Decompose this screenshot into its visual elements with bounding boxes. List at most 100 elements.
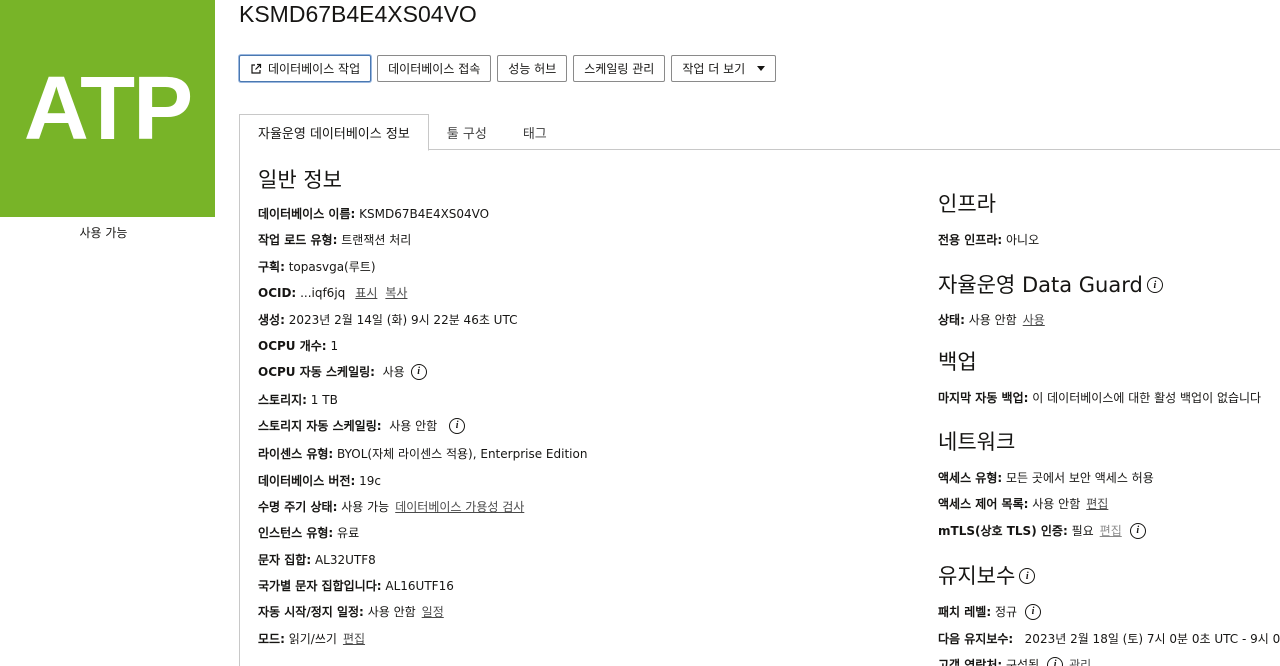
schedule-row: 자동 시작/정지 일정: 사용 안함 일정	[258, 604, 444, 620]
access-type-label: 액세스 유형:	[938, 471, 1003, 485]
infra-title: 인프라	[938, 192, 996, 216]
ocid-value: ...iqf6jq	[300, 286, 346, 300]
db-name-label: 데이터베이스 이름:	[258, 207, 356, 221]
last-backup-label: 마지막 자동 백업:	[938, 391, 1029, 405]
instance-type-row: 인스턴스 유형: 유료	[258, 525, 359, 541]
more-actions-button[interactable]: 작업 더 보기	[671, 55, 777, 82]
tab-bar: 자율운영 데이터베이스 정보 툴 구성 태그	[239, 114, 1280, 151]
info-icon[interactable]: i	[410, 364, 427, 380]
more-actions-label: 작업 더 보기	[682, 62, 746, 76]
instance-type-value: 유료	[337, 526, 360, 540]
maintenance-section: 유지보수 i	[938, 563, 1036, 589]
compartment-value: topasvga(루트)	[288, 260, 376, 274]
charset-value: AL32UTF8	[314, 553, 376, 567]
created-label: 생성:	[258, 313, 285, 327]
db-name-row: 데이터베이스 이름: KSMD67B4E4XS04VO	[258, 206, 489, 222]
dedicated-infra-row: 전용 인프라: 아니오	[938, 232, 1039, 248]
dedicated-infra-label: 전용 인프라:	[938, 233, 1003, 247]
info-icon[interactable]: i	[1025, 604, 1042, 620]
workload-label: 작업 로드 유형:	[258, 233, 338, 247]
mode-edit-link[interactable]: 편집	[343, 631, 365, 647]
network-title: 네트워크	[938, 430, 1016, 454]
panel-border	[239, 149, 240, 666]
customer-contact-manage-link[interactable]: 관리	[1069, 657, 1091, 666]
storage-autoscaling-row: 스토리지 자동 스케일링: 사용 안함 i	[258, 418, 466, 434]
info-icon[interactable]: i	[1146, 277, 1163, 293]
access-type-row: 액세스 유형: 모든 곳에서 보안 액세스 허용	[938, 470, 1154, 486]
ocpu-value: 1	[330, 339, 339, 353]
dedicated-infra-value: 아니오	[1006, 233, 1040, 247]
storage-autoscaling-value: 사용 안함	[389, 419, 438, 433]
dataguard-status-label: 상태:	[938, 313, 965, 327]
availability-check-link[interactable]: 데이터베이스 가용성 검사	[395, 499, 524, 515]
ocpu-autoscaling-label: OCPU 자동 스케일링:	[258, 365, 375, 379]
db-version-row: 데이터베이스 버전: 19c	[258, 473, 381, 489]
dataguard-title: 자율운영 Data Guard	[938, 273, 1143, 297]
storage-value: 1 TB	[310, 393, 338, 407]
acl-row: 액세스 제어 목록: 사용 안함 편집	[938, 496, 1108, 512]
storage-label: 스토리지:	[258, 393, 307, 407]
database-connection-button[interactable]: 데이터베이스 접속	[377, 55, 492, 82]
info-icon[interactable]: i	[1129, 523, 1146, 539]
charset-row: 문자 집합: AL32UTF8	[258, 552, 376, 568]
db-version-value: 19c	[359, 474, 382, 488]
ocpu-label: OCPU 개수:	[258, 339, 327, 353]
atp-badge: ATP	[0, 0, 215, 217]
mode-value: 읽기/쓰기	[288, 632, 337, 646]
general-info-title: 일반 정보	[258, 168, 342, 192]
external-link-icon	[251, 63, 262, 74]
performance-hub-button[interactable]: 성능 허브	[497, 55, 568, 82]
patch-level-row: 패치 레벨: 정규 i	[938, 604, 1042, 620]
created-row: 생성: 2023년 2월 14일 (화) 9시 22분 46초 UTC	[258, 312, 517, 328]
ocid-show-link[interactable]: 표시	[355, 285, 377, 301]
info-icon[interactable]: i	[1019, 568, 1036, 584]
database-actions-label: 데이터베이스 작업	[268, 62, 361, 76]
ocid-label: OCID:	[258, 286, 297, 300]
lifecycle-row: 수명 주기 상태: 사용 가능 데이터베이스 가용성 검사	[258, 499, 524, 515]
mode-label: 모드:	[258, 632, 285, 646]
customer-contact-label: 고객 연락처:	[938, 658, 1003, 666]
last-backup-row: 마지막 자동 백업: 이 데이터베이스에 대한 활성 백업이 없습니다	[938, 390, 1261, 406]
lifecycle-value: 사용 가능	[341, 500, 390, 514]
customer-contact-row: 고객 연락처: 구성됨 i 관리	[938, 657, 1091, 666]
ocid-row: OCID: ...iqf6jq 표시 복사	[258, 285, 407, 301]
acl-label: 액세스 제어 목록:	[938, 497, 1029, 511]
ncharset-label: 국가별 문자 집합입니다:	[258, 579, 382, 593]
database-connection-label: 데이터베이스 접속	[388, 62, 481, 76]
mtls-edit-link[interactable]: 편집	[1100, 523, 1122, 539]
info-icon[interactable]: i	[449, 418, 466, 434]
lifecycle-label: 수명 주기 상태:	[258, 500, 338, 514]
patch-level-label: 패치 레벨:	[938, 605, 992, 619]
dataguard-section: 자율운영 Data Guard i	[938, 272, 1163, 298]
license-row: 라이센스 유형: BYOL(자체 라이센스 적용), Enterprise Ed…	[258, 446, 587, 462]
acl-value: 사용 안함	[1032, 497, 1081, 511]
dataguard-enable-link[interactable]: 사용	[1023, 312, 1045, 328]
workload-value: 트랜잭션 처리	[341, 233, 412, 247]
license-label: 라이센스 유형:	[258, 447, 334, 461]
compartment-row: 구획: topasvga(루트)	[258, 259, 376, 275]
mtls-value: 필요	[1071, 524, 1094, 538]
last-backup-value: 이 데이터베이스에 대한 활성 백업이 없습니다	[1032, 391, 1262, 405]
dataguard-status-value: 사용 안함	[968, 313, 1017, 327]
action-bar: 데이터베이스 작업 데이터베이스 접속 성능 허브 스케일링 관리 작업 더 보…	[239, 55, 777, 82]
ocpu-autoscaling-row: OCPU 자동 스케일링: 사용 i	[258, 364, 427, 380]
patch-level-value: 정규	[994, 605, 1018, 619]
ocid-copy-link[interactable]: 복사	[385, 285, 407, 301]
database-actions-button[interactable]: 데이터베이스 작업	[239, 55, 372, 82]
acl-edit-link[interactable]: 편집	[1086, 496, 1108, 512]
next-maintenance-row: 다음 유지보수: 2023년 2월 18일 (토) 7시 0분 0초 UTC -…	[938, 631, 1280, 647]
db-version-label: 데이터베이스 버전:	[258, 474, 356, 488]
instance-type-label: 인스턴스 유형:	[258, 526, 334, 540]
tab-database-information[interactable]: 자율운영 데이터베이스 정보	[239, 114, 429, 151]
charset-label: 문자 집합:	[258, 553, 312, 567]
manage-scaling-button[interactable]: 스케일링 관리	[573, 55, 666, 82]
manage-scaling-label: 스케일링 관리	[584, 62, 655, 76]
schedule-link[interactable]: 일정	[422, 604, 444, 620]
access-type-value: 모든 곳에서 보안 액세스 허용	[1006, 471, 1154, 485]
tab-tool-configuration[interactable]: 툴 구성	[429, 114, 505, 150]
tab-tags[interactable]: 태그	[505, 114, 565, 150]
performance-hub-label: 성능 허브	[508, 62, 557, 76]
badge-text: ATP	[23, 59, 193, 159]
info-icon[interactable]: i	[1047, 657, 1064, 666]
workload-row: 작업 로드 유형: 트랜잭션 처리	[258, 232, 411, 248]
